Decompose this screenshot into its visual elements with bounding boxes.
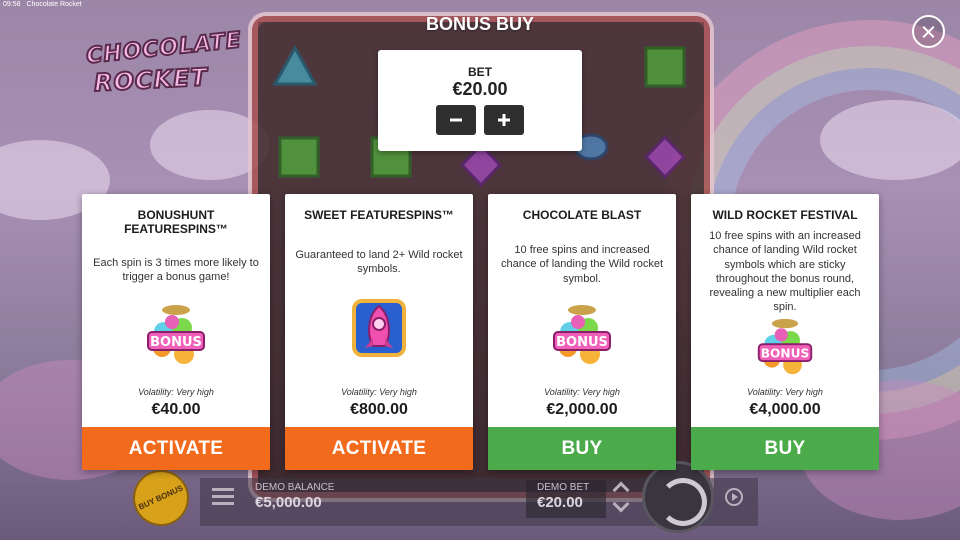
plus-icon bbox=[498, 114, 510, 126]
bet-controls bbox=[436, 105, 524, 135]
minus-icon bbox=[450, 118, 462, 122]
status-time: 09:58 bbox=[3, 1, 21, 8]
demo-bet-value: €20.00 bbox=[537, 494, 583, 511]
card-description: Guaranteed to land 2+ Wild rocket symbol… bbox=[295, 249, 463, 276]
bonus-card-chocolate-blast: CHOCOLATE BLAST 10 free spins and increa… bbox=[488, 194, 676, 470]
bet-panel: BET €20.00 bbox=[378, 50, 582, 151]
card-price: €40.00 bbox=[151, 401, 201, 418]
card-description: 10 free spins with an increased chance o… bbox=[709, 230, 861, 314]
card-description: Each spin is 3 times more likely to trig… bbox=[93, 257, 259, 284]
window-title: Chocolate Rocket bbox=[26, 1, 82, 8]
card-volatility: Volatility: Very high bbox=[341, 387, 417, 397]
svg-text:BONUS: BONUS bbox=[556, 335, 608, 350]
card-title: SWEET FEATURESPINS™ bbox=[304, 208, 454, 222]
bonus-card-bonushunt: BONUSHUNT FEATURESPINS™ Each spin is 3 t… bbox=[82, 194, 270, 470]
card-price: €2,000.00 bbox=[546, 401, 618, 418]
demo-balance-label: DEMO BALANCE bbox=[255, 482, 335, 493]
card-price: €4,000.00 bbox=[749, 401, 821, 418]
bonus-candy-jar-icon: BONUS bbox=[553, 305, 611, 364]
logo-line-2: ROCKET bbox=[92, 62, 209, 98]
card-volatility: Volatility: Very high bbox=[747, 387, 823, 397]
card-title: BONUSHUNT FEATURESPINS™ bbox=[124, 208, 228, 236]
card-description: 10 free spins and increased chance of la… bbox=[500, 244, 664, 285]
close-icon[interactable] bbox=[912, 15, 945, 48]
buy-button[interactable]: BUY bbox=[488, 427, 676, 470]
autoplay-icon[interactable] bbox=[725, 488, 743, 506]
card-title: WILD ROCKET FESTIVAL bbox=[712, 208, 858, 222]
cloud-decoration bbox=[820, 100, 960, 180]
game-logo: CHOCOLATE ROCKET bbox=[82, 27, 244, 102]
bonus-card-sweet-featurespins: SWEET FEATURESPINS™ Guaranteed to land 2… bbox=[285, 194, 473, 470]
activate-button[interactable]: ACTIVATE bbox=[285, 427, 473, 470]
buy-button[interactable]: BUY bbox=[691, 427, 879, 470]
bet-decrease-button[interactable] bbox=[436, 105, 476, 135]
svg-text:BONUS: BONUS bbox=[761, 346, 809, 360]
bonus-candy-jar-icon: BONUS bbox=[757, 318, 813, 375]
activate-button[interactable]: ACTIVATE bbox=[82, 427, 270, 470]
svg-text:BONUS: BONUS bbox=[150, 335, 202, 350]
bet-label: BET bbox=[468, 65, 492, 79]
status-bar: 09:58 Chocolate Rocket bbox=[3, 1, 86, 8]
menu-icon[interactable] bbox=[212, 488, 234, 506]
cloud-decoration bbox=[150, 110, 270, 180]
bonus-card-wild-rocket-festival: WILD ROCKET FESTIVAL 10 free spins with … bbox=[691, 194, 879, 470]
card-title: CHOCOLATE BLAST bbox=[522, 208, 642, 222]
card-volatility: Volatility: Very high bbox=[138, 387, 214, 397]
demo-bet-label: DEMO BET bbox=[537, 482, 590, 493]
card-price: €800.00 bbox=[350, 401, 408, 418]
demo-balance-value: €5,000.00 bbox=[255, 494, 322, 511]
card-volatility: Volatility: Very high bbox=[544, 387, 620, 397]
bet-increase-button[interactable] bbox=[484, 105, 524, 135]
bet-value: €20.00 bbox=[452, 79, 508, 99]
wild-rocket-icon bbox=[352, 299, 406, 357]
bonus-candy-jar-icon: BONUS bbox=[147, 305, 205, 364]
modal-title: BONUS BUY bbox=[425, 14, 534, 34]
spin-button[interactable] bbox=[642, 461, 714, 533]
